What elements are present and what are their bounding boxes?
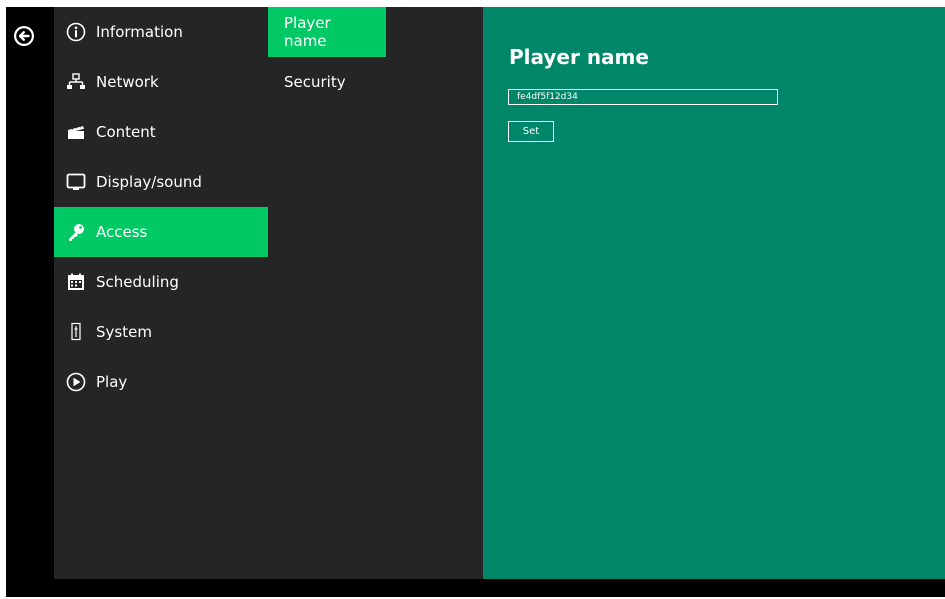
submenu-item-security[interactable]: Security bbox=[268, 57, 362, 107]
clapperboard-icon bbox=[66, 122, 86, 142]
back-arrow-icon bbox=[14, 26, 34, 46]
nav-item-system[interactable]: System bbox=[54, 307, 268, 357]
play-icon bbox=[66, 372, 86, 392]
nav-item-network[interactable]: Network bbox=[54, 57, 268, 107]
nav-item-play[interactable]: Play bbox=[54, 357, 268, 407]
nav-item-label: Display/sound bbox=[96, 173, 202, 191]
player-name-input[interactable] bbox=[508, 89, 778, 105]
nav-item-label: Content bbox=[96, 123, 156, 141]
monitor-icon bbox=[66, 172, 86, 192]
nav-item-display-sound[interactable]: Display/sound bbox=[54, 157, 268, 207]
submenu-item-player-name[interactable]: Player name bbox=[268, 7, 386, 57]
tuning-fork-icon bbox=[66, 322, 86, 342]
key-icon bbox=[66, 222, 86, 242]
nav-item-label: Scheduling bbox=[96, 273, 179, 291]
submenu-item-label: Security bbox=[284, 73, 346, 91]
nav-item-label: Play bbox=[96, 373, 128, 391]
calendar-icon bbox=[66, 272, 86, 292]
content-panel: Player name Set bbox=[483, 7, 945, 579]
network-icon bbox=[66, 72, 86, 92]
nav-item-access[interactable]: Access bbox=[54, 207, 268, 257]
nav-item-label: System bbox=[96, 323, 152, 341]
nav-item-scheduling[interactable]: Scheduling bbox=[54, 257, 268, 307]
info-icon bbox=[66, 22, 86, 42]
main-nav: Information Network Content Display/soun… bbox=[54, 7, 268, 579]
back-button[interactable] bbox=[12, 24, 36, 48]
nav-item-label: Access bbox=[96, 223, 148, 241]
nav-item-label: Information bbox=[96, 23, 183, 41]
submenu-item-label: Player name bbox=[284, 14, 331, 50]
nav-item-label: Network bbox=[96, 73, 159, 91]
nav-item-content[interactable]: Content bbox=[54, 107, 268, 157]
set-button[interactable]: Set bbox=[508, 121, 554, 142]
nav-item-information[interactable]: Information bbox=[54, 7, 268, 57]
submenu: Player name Security bbox=[268, 7, 483, 579]
page-title: Player name bbox=[509, 45, 649, 69]
